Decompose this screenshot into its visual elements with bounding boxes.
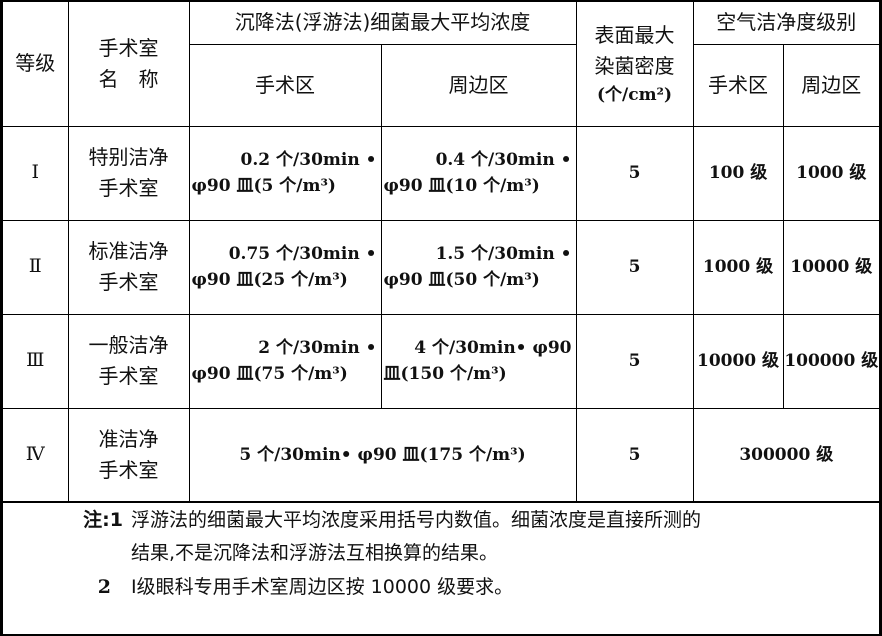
room-name-line2: 手术室 — [98, 364, 159, 388]
header-surface-line2: 染菌密度 — [594, 53, 675, 78]
air-peri-cell: 100000 级 — [782, 313, 880, 409]
header-surface: 表面最大 染菌密度 (个/cm²) — [575, 2, 694, 127]
header-peri-zone: 周边区 — [380, 43, 577, 127]
surface-cell: 5 — [575, 313, 694, 409]
header-grade-text: 等级 — [15, 51, 56, 76]
header-peri-zone-text: 周边区 — [448, 72, 509, 97]
peri-conc-line1: 4 个/30min• φ90 — [414, 337, 572, 358]
room-name-line1: 标准洁净 — [88, 239, 169, 263]
op-conc-cell: 0.75 个/30min • φ90 皿(25 个/m³) — [188, 219, 382, 315]
air-merged-cell: 300000 级 — [692, 407, 880, 503]
peri-conc-cell: 0.4 个/30min • φ90 皿(10 个/m³) — [380, 125, 577, 221]
peri-conc-line1: 1.5 个/30min • — [435, 243, 572, 264]
grade-cell: Ⅲ — [3, 313, 69, 409]
room-name-line2: 手术室 — [98, 270, 159, 294]
room-name-cell: 一般洁净 手术室 — [67, 313, 190, 409]
op-conc-cell: 2 个/30min • φ90 皿(75 个/m³) — [188, 313, 382, 409]
surface-cell: 5 — [575, 125, 694, 221]
peri-conc-cell: 4 个/30min• φ90 皿(150 个/m³) — [380, 313, 577, 409]
room-name-cell: 标准洁净 手术室 — [67, 219, 190, 315]
grade-cell: Ⅳ — [3, 407, 69, 503]
header-room-name: 手术室 名 称 — [67, 2, 190, 127]
room-name-cell: 特别洁净 手术室 — [67, 125, 190, 221]
header-air-clean: 空气洁净度级别 — [692, 2, 880, 45]
surface-cell: 5 — [575, 219, 694, 315]
note-1: 注:1 浮游法的细菌最大平均浓度采用括号内数值。细菌浓度是直接所测的 — [3, 504, 879, 537]
air-peri-cell: 1000 级 — [782, 125, 880, 221]
op-conc-line2: φ90 皿(25 个/m³) — [191, 270, 348, 290]
peri-conc-cell: 1.5 个/30min • φ90 皿(50 个/m³) — [380, 219, 577, 315]
header-air-op-text: 手术区 — [708, 72, 769, 97]
op-conc-line1: 0.75 个/30min • — [228, 243, 377, 264]
op-conc-line2: φ90 皿(75 个/m³) — [191, 364, 348, 384]
header-air-clean-text: 空气洁净度级别 — [716, 10, 857, 35]
header-op-zone-text: 手术区 — [255, 72, 315, 97]
table-row: Ⅰ 特别洁净 手术室 0.2 个/30min • φ90 皿(5 个/m³) 0… — [3, 125, 880, 221]
merged-conc-text: 5 个/30min• φ90 皿(175 个/m³) — [239, 444, 526, 465]
room-name-line1: 一般洁净 — [88, 333, 169, 357]
note-2-number: 2 — [97, 575, 111, 598]
standard-table-page: 等级 手术室 名 称 沉降法(浮游法)细菌最大平均浓度 表面最大 染菌密度 (个… — [0, 0, 882, 636]
peri-conc-line1: 0.4 个/30min • — [435, 149, 572, 170]
peri-conc-line2: φ90 皿(10 个/m³) — [383, 176, 540, 196]
note-2: 2 Ⅰ级眼科专用手术室周边区按 10000 级要求。 — [3, 571, 879, 604]
peri-conc-line2: φ90 皿(50 个/m³) — [383, 270, 540, 290]
room-name-line1: 特别洁净 — [88, 145, 169, 169]
header-grade: 等级 — [3, 2, 69, 127]
room-name-line2: 手术室 — [98, 457, 159, 482]
table-row: Ⅳ 准洁净 手术室 5 个/30min• φ90 皿(175 个/m³) 5 3… — [3, 407, 880, 503]
header-air-peri: 周边区 — [782, 43, 880, 127]
air-op-cell: 1000 级 — [692, 219, 784, 315]
grade-cell: Ⅰ — [3, 125, 69, 221]
room-name-line1: 准洁净 — [98, 426, 159, 451]
header-air-peri-text: 周边区 — [801, 72, 862, 97]
op-conc-cell: 0.2 个/30min • φ90 皿(5 个/m³) — [188, 125, 382, 221]
note-2-text: Ⅰ级眼科专用手术室周边区按 10000 级要求。 — [131, 575, 514, 598]
air-op-cell: 10000 级 — [692, 313, 784, 409]
table-row: Ⅱ 标准洁净 手术室 0.75 个/30min • φ90 皿(25 个/m³)… — [3, 219, 880, 315]
note-1-line2: 结果,不是沉降法和浮游法互相换算的结果。 — [131, 542, 499, 565]
op-conc-line1: 0.2 个/30min • — [240, 149, 377, 170]
grade-cell: Ⅱ — [3, 219, 69, 315]
air-peri-cell: 10000 级 — [782, 219, 880, 315]
air-op-cell: 100 级 — [692, 125, 784, 221]
header-room-name-line2: 名 称 — [98, 66, 159, 91]
header-surface-unit: (个/cm²) — [596, 84, 673, 105]
cleanroom-grade-table: 等级 手术室 名 称 沉降法(浮游法)细菌最大平均浓度 表面最大 染菌密度 (个… — [3, 2, 880, 503]
header-surface-line1: 表面最大 — [594, 22, 675, 47]
peri-conc-line2: 皿(150 个/m³) — [383, 364, 507, 384]
header-room-name-line1: 手术室 — [98, 35, 159, 60]
room-name-line2: 手术室 — [98, 176, 159, 200]
notes-section: 注:1 浮游法的细菌最大平均浓度采用括号内数值。细菌浓度是直接所测的 结果,不是… — [3, 504, 879, 604]
header-bacteria-conc: 沉降法(浮游法)细菌最大平均浓度 — [188, 2, 577, 45]
note-prefix: 注:1 — [83, 509, 123, 531]
header-air-op: 手术区 — [692, 43, 784, 127]
merged-conc-cell: 5 个/30min• φ90 皿(175 个/m³) — [188, 407, 577, 503]
note-1-line1: 浮游法的细菌最大平均浓度采用括号内数值。细菌浓度是直接所测的 — [131, 509, 702, 531]
header-op-zone: 手术区 — [189, 43, 382, 127]
surface-cell: 5 — [575, 407, 694, 503]
op-conc-line1: 2 个/30min • — [258, 337, 377, 358]
room-name-cell: 准洁净 手术室 — [67, 407, 190, 503]
header-bacteria-conc-text: 沉降法(浮游法)细菌最大平均浓度 — [234, 10, 531, 35]
op-conc-line2: φ90 皿(5 个/m³) — [191, 176, 336, 196]
table-row: Ⅲ 一般洁净 手术室 2 个/30min • φ90 皿(75 个/m³) 4 … — [3, 313, 880, 409]
